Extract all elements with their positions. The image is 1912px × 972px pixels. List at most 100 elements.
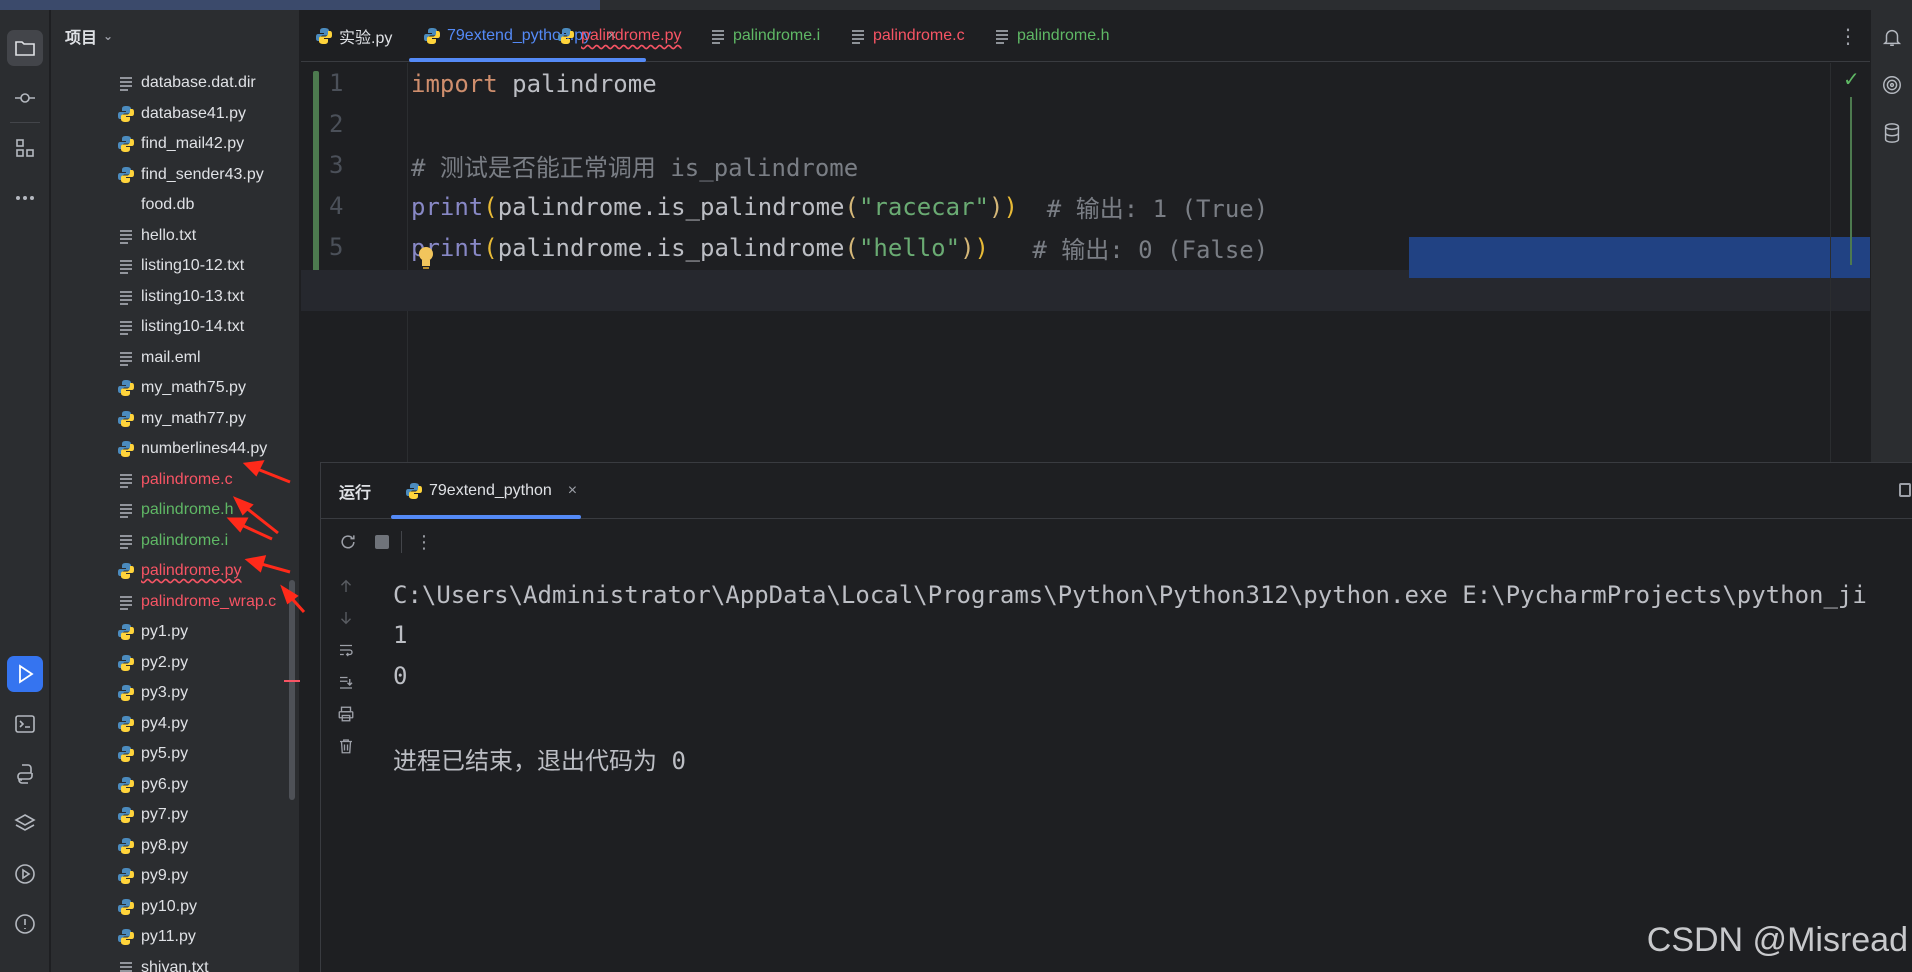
text-file-icon — [117, 959, 135, 972]
layout-icon[interactable] — [1899, 483, 1911, 497]
text-file-icon — [117, 227, 135, 245]
print-icon[interactable] — [333, 701, 359, 727]
editor-tabs: ⋮ 实验.py 79extend_python.py × palindrome.py p… — [301, 10, 1870, 62]
code-line-5[interactable]: print(palindrome.is_palindrome("hello"))… — [411, 227, 1268, 268]
inspection-bar — [1850, 97, 1852, 265]
editor-tab[interactable]: palindrome.i — [709, 10, 820, 62]
title-strip — [0, 0, 1912, 10]
problems-icon[interactable] — [7, 906, 43, 942]
tree-file-item[interactable]: palindrome_wrap.c — [51, 587, 300, 617]
bell-icon[interactable] — [1879, 24, 1905, 50]
tree-file-item[interactable]: py1.py — [51, 617, 300, 647]
arrow-up-icon[interactable] — [333, 573, 359, 599]
tree-file-label: database41.py — [141, 104, 246, 122]
tree-file-item[interactable]: palindrome.py — [51, 556, 300, 586]
soft-wrap-icon[interactable] — [333, 637, 359, 663]
more-options-icon[interactable]: ⋮ — [411, 529, 437, 555]
tree-file-item[interactable]: my_math75.py — [51, 373, 300, 403]
ai-assistant-icon[interactable] — [1879, 72, 1905, 98]
chevron-down-icon[interactable]: ⌄ — [103, 29, 113, 43]
tree-file-item[interactable]: palindrome.h — [51, 495, 300, 525]
tree-file-label: palindrome.h — [141, 501, 234, 518]
tree-file-label: py8.py — [141, 836, 189, 854]
tree-file-item[interactable]: database.dat.dir — [51, 68, 300, 98]
python-file-icon — [117, 410, 135, 428]
tree-file-item[interactable]: py2.py — [51, 648, 300, 678]
tree-file-item[interactable]: listing10-14.txt — [51, 312, 300, 342]
tree-file-item[interactable]: listing10-13.txt — [51, 282, 300, 312]
tree-file-item[interactable]: listing10-12.txt — [51, 251, 300, 281]
tree-file-item[interactable]: database41.py — [51, 99, 300, 129]
python-file-icon — [117, 440, 135, 458]
tree-file-item[interactable]: py6.py — [51, 770, 300, 800]
line-number: 4 — [329, 192, 344, 220]
editor-tab[interactable]: palindrome.py — [557, 10, 682, 62]
layers-icon[interactable] — [7, 806, 43, 842]
tree-file-item[interactable]: my_math77.py — [51, 404, 300, 434]
tree-file-item[interactable]: numberlines44.py — [51, 434, 300, 464]
editor-scrollbar-track[interactable]: ✓ — [1830, 63, 1870, 462]
stop-icon[interactable] — [369, 529, 395, 555]
terminal-icon[interactable] — [7, 706, 43, 742]
text-file-icon — [117, 318, 135, 336]
python-console-icon[interactable] — [7, 756, 43, 792]
text-file-icon — [117, 593, 135, 611]
tree-file-item[interactable]: py10.py — [51, 892, 300, 922]
checkmark-icon[interactable]: ✓ — [1843, 67, 1860, 91]
commit-icon[interactable] — [7, 80, 43, 116]
tree-file-item[interactable]: py11.py — [51, 922, 300, 952]
structure-icon[interactable] — [7, 130, 43, 166]
run-header: 运行 79extend_python × — [321, 463, 1912, 519]
project-folder-icon[interactable] — [7, 30, 43, 66]
project-panel-header[interactable]: 项目 ⌄ — [65, 24, 113, 48]
lightbulb-icon[interactable] — [416, 245, 436, 271]
project-scrollbar[interactable] — [289, 580, 295, 800]
python-file-icon — [315, 27, 333, 45]
editor-tab[interactable]: 实验.py — [315, 10, 392, 62]
database-icon[interactable] — [1879, 120, 1905, 146]
code-line-1[interactable]: import palindrome — [411, 63, 657, 104]
tree-file-item[interactable]: food.db — [51, 190, 300, 220]
tree-file-label: py10.py — [141, 897, 198, 915]
tree-file-label: py4.py — [141, 714, 189, 732]
tree-file-item[interactable]: py7.py — [51, 800, 300, 830]
tree-file-label: py1.py — [141, 623, 189, 640]
tree-file-item[interactable]: palindrome.c — [51, 465, 300, 495]
services-icon[interactable] — [7, 856, 43, 892]
code-line-4[interactable]: print(palindrome.is_palindrome("racecar"… — [411, 186, 1268, 227]
more-tabs-icon[interactable]: ⋮ — [1838, 24, 1858, 48]
run-icon[interactable] — [7, 656, 43, 692]
python-file-icon — [117, 135, 135, 153]
tree-file-item[interactable]: hello.txt — [51, 221, 300, 251]
tree-file-item[interactable]: py9.py — [51, 861, 300, 891]
python-file-icon — [117, 867, 135, 885]
tree-file-item[interactable]: py3.py — [51, 678, 300, 708]
tree-file-label: py9.py — [141, 867, 189, 884]
tree-file-item[interactable]: mail.eml — [51, 343, 300, 373]
text-file-icon — [117, 501, 135, 519]
line-number: 5 — [329, 233, 344, 261]
line-gutter: 123456 — [301, 63, 407, 462]
scroll-to-end-icon[interactable] — [333, 669, 359, 695]
more-tools-icon[interactable] — [7, 180, 43, 216]
project-panel: 项目 ⌄ database.dat.dir database41.py find_m… — [51, 10, 300, 972]
console-output[interactable]: C:\Users\Administrator\AppData\Local\Pro… — [393, 565, 1912, 972]
tree-file-item[interactable]: find_sender43.py — [51, 160, 300, 190]
rerun-icon[interactable] — [335, 529, 361, 555]
python-file-icon — [117, 715, 135, 733]
code-line-3[interactable]: # 测试是否能正常调用 is_palindrome — [411, 145, 858, 186]
run-tab[interactable]: 79extend_python × — [405, 463, 577, 519]
trash-icon[interactable] — [333, 733, 359, 759]
tree-file-item[interactable]: py5.py — [51, 739, 300, 769]
code-area[interactable]: import palindrome # 测试是否能正常调用 is_palindr… — [301, 63, 1912, 462]
tree-file-item[interactable]: py4.py — [51, 709, 300, 739]
editor-tab[interactable]: palindrome.h — [993, 10, 1110, 62]
close-icon[interactable]: × — [568, 482, 577, 500]
tree-file-item[interactable]: py8.py — [51, 831, 300, 861]
arrow-down-icon[interactable] — [333, 605, 359, 631]
run-tool-window: 运行 79extend_python × ⋮ C:\Users\Administ… — [320, 462, 1912, 972]
tree-file-item[interactable]: shiyan.txt — [51, 953, 300, 972]
tree-file-item[interactable]: find_mail42.py — [51, 129, 300, 159]
editor-tab[interactable]: palindrome.c — [849, 10, 965, 62]
tree-file-item[interactable]: palindrome.i — [51, 526, 300, 556]
